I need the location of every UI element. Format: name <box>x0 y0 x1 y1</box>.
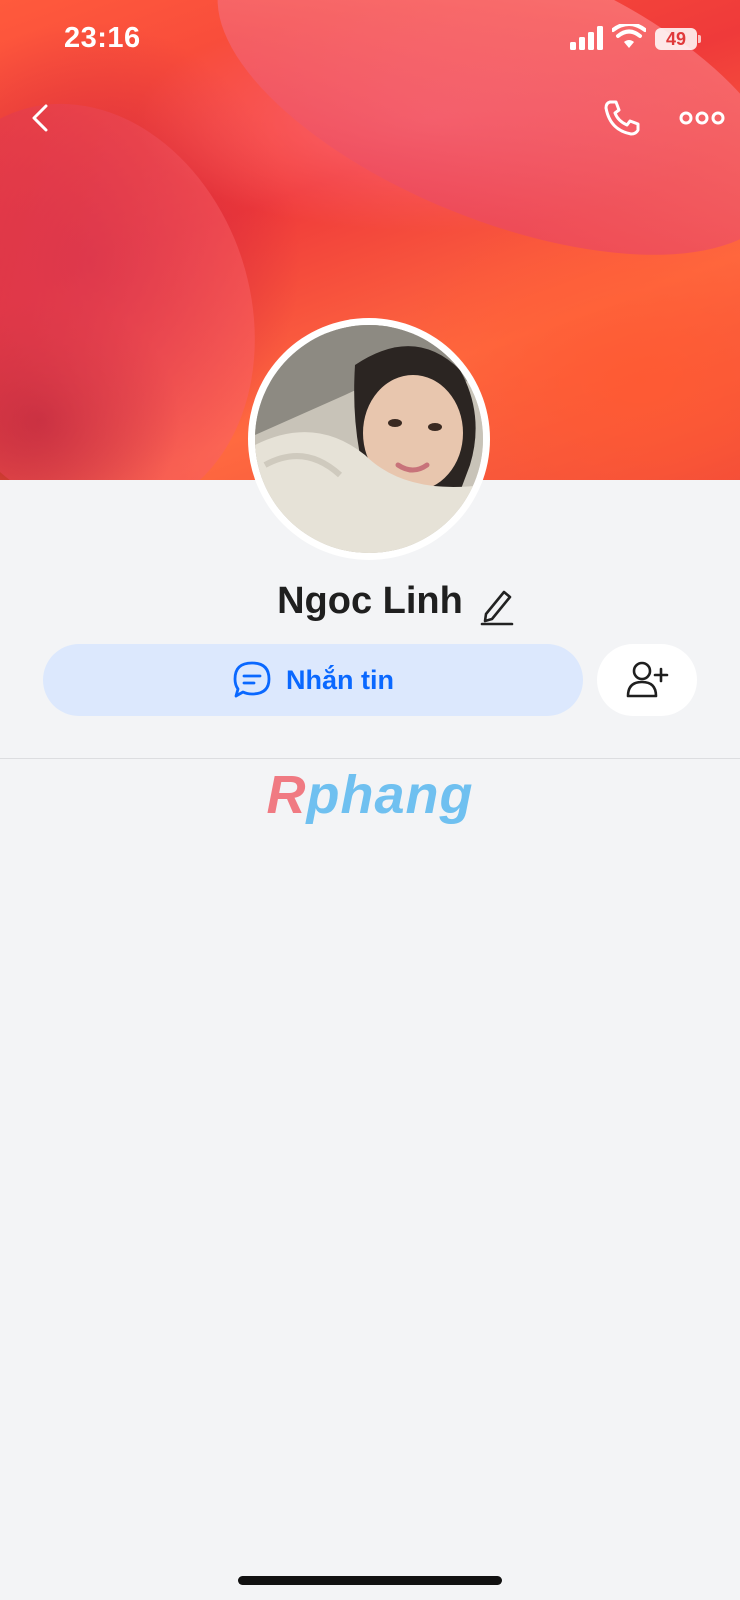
chevron-left-icon <box>32 104 48 132</box>
status-bar: 23:16 49 <box>0 0 740 80</box>
wifi-icon <box>612 24 646 48</box>
more-button[interactable] <box>678 92 730 144</box>
profile-name-row: Ngoc Linh <box>0 580 740 636</box>
battery-icon: 49 <box>655 28 701 50</box>
watermark-logo: Rphang <box>0 764 740 834</box>
call-button[interactable] <box>596 92 648 144</box>
pencil-icon <box>480 590 514 626</box>
chat-bubble-icon <box>233 661 271 698</box>
phone-icon <box>604 100 640 136</box>
message-button[interactable]: Nhắn tin <box>43 644 583 716</box>
watermark-letter: R <box>266 765 307 825</box>
status-time: 23:16 <box>64 22 141 54</box>
add-friend-button[interactable] <box>597 644 697 716</box>
message-button-label: Nhắn tin <box>286 665 394 695</box>
watermark-text: phang <box>306 765 474 825</box>
message-button-content: Nhắn tin <box>43 644 583 716</box>
avatar-photo <box>255 325 483 553</box>
divider <box>0 758 740 759</box>
home-indicator[interactable] <box>238 1576 502 1585</box>
more-horizontal-icon <box>679 111 725 125</box>
add-user-icon <box>626 661 669 698</box>
signal-icon <box>570 26 604 50</box>
profile-name: Ngoc Linh <box>277 580 463 622</box>
edit-name-button[interactable] <box>480 586 514 626</box>
avatar[interactable] <box>248 318 490 560</box>
back-button[interactable] <box>16 92 68 144</box>
